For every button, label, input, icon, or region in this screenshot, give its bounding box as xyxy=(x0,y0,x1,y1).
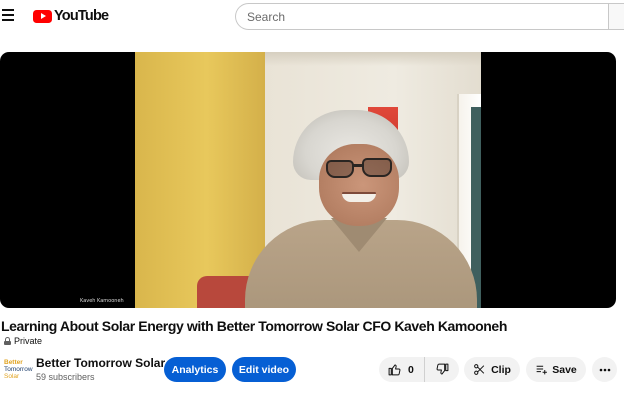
privacy-badge: Private xyxy=(4,336,42,346)
avatar-text-line2: Tomorrow xyxy=(4,365,33,373)
search-input[interactable] xyxy=(236,4,609,29)
youtube-logo[interactable]: YouTube xyxy=(33,8,109,24)
save-button[interactable]: Save xyxy=(526,357,586,382)
search-box xyxy=(235,3,609,30)
search-button[interactable] xyxy=(608,3,624,30)
like-dislike-group: 0 xyxy=(379,357,459,382)
dislike-button[interactable] xyxy=(425,357,459,382)
save-label: Save xyxy=(552,363,577,376)
analytics-button[interactable]: Analytics xyxy=(164,357,226,382)
lock-icon xyxy=(4,337,11,345)
video-name-tag: Kaveh Kamooneh xyxy=(80,298,124,304)
more-icon xyxy=(599,368,611,372)
video-player[interactable]: Kaveh Kamooneh xyxy=(0,52,616,308)
hamburger-menu-icon[interactable] xyxy=(2,9,16,21)
more-actions-button[interactable] xyxy=(592,357,617,382)
channel-name[interactable]: Better Tomorrow Solar xyxy=(36,356,165,370)
clip-button[interactable]: Clip xyxy=(464,357,520,382)
video-title: Learning About Solar Energy with Better … xyxy=(1,318,507,334)
thumbs-down-icon xyxy=(436,363,449,376)
youtube-play-icon xyxy=(33,9,52,23)
top-bar: YouTube xyxy=(0,0,624,34)
avatar-text-line3: Solar xyxy=(4,372,20,380)
playlist-add-icon xyxy=(535,363,548,376)
like-button[interactable]: 0 xyxy=(379,357,425,382)
thumbs-up-icon xyxy=(388,363,401,376)
logo-text: YouTube xyxy=(54,8,109,24)
channel-avatar[interactable]: Better Tomorrow Solar xyxy=(4,357,33,381)
privacy-label: Private xyxy=(14,336,43,346)
scissors-icon xyxy=(473,363,486,376)
subscriber-count: 59 subscribers xyxy=(36,372,95,382)
like-count: 0 xyxy=(408,363,414,376)
video-frame xyxy=(135,52,481,308)
clip-label: Clip xyxy=(491,363,511,376)
avatar-text-line1: Better xyxy=(4,358,23,366)
edit-video-button[interactable]: Edit video xyxy=(232,357,296,382)
